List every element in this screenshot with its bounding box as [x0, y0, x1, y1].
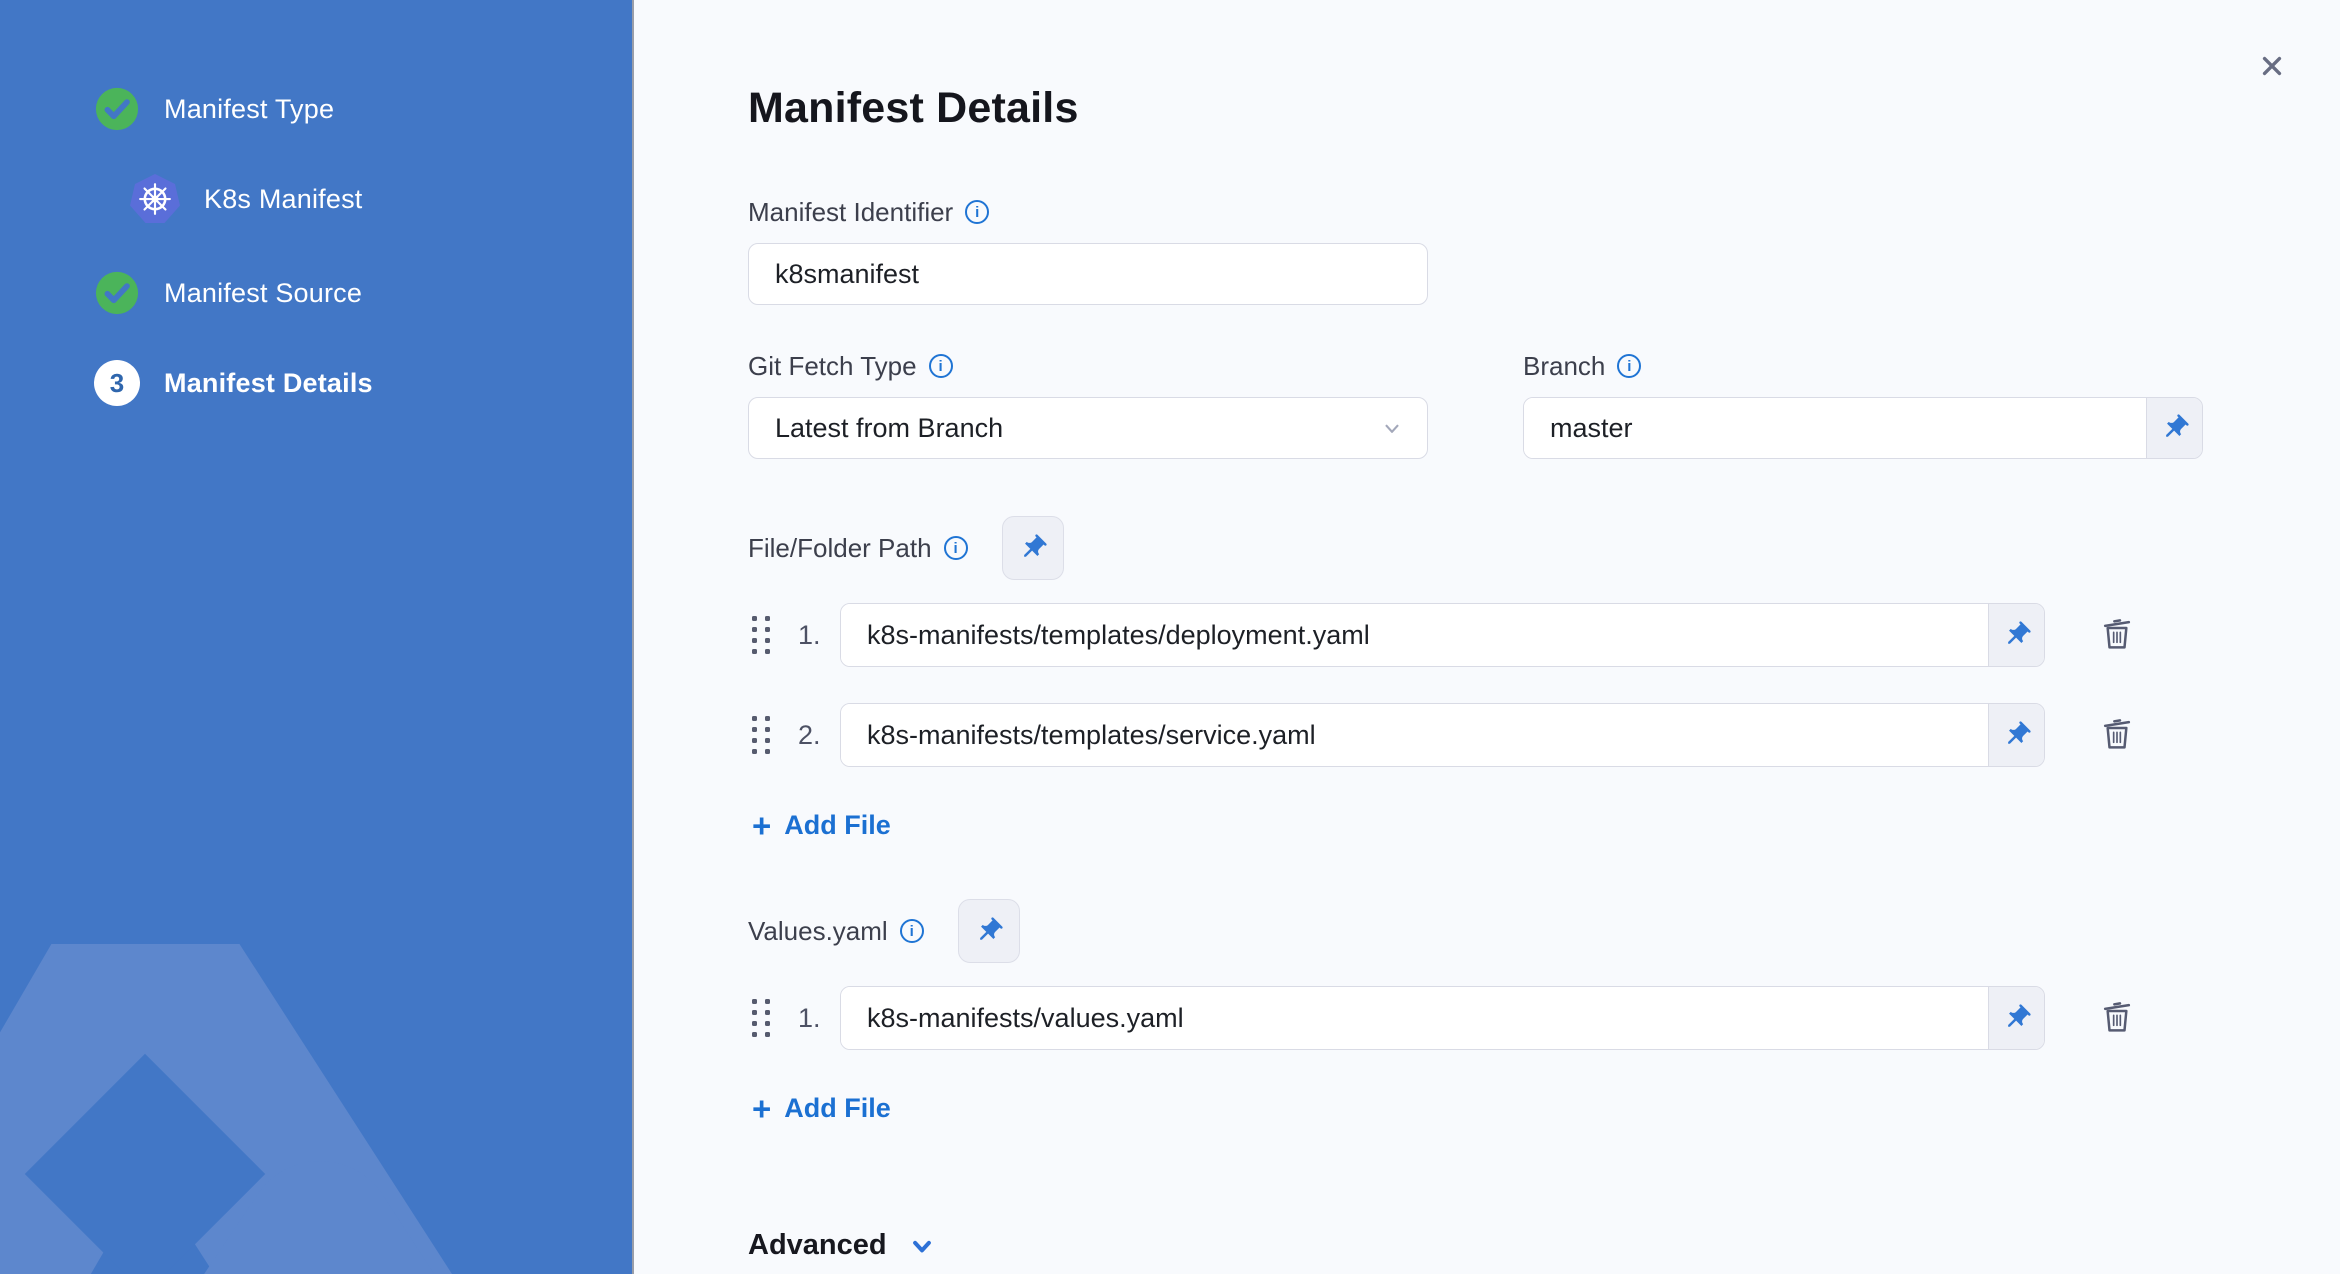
- step-label: Manifest Details: [164, 367, 373, 398]
- advanced-label: Advanced: [748, 1229, 887, 1261]
- git-fetch-type-select[interactable]: Latest from Branch: [748, 397, 1428, 459]
- step-label: Manifest Source: [164, 277, 363, 308]
- delete-row-button[interactable]: [2097, 714, 2137, 757]
- values-yaml-label: Values.yaml: [748, 915, 888, 946]
- file-path-input[interactable]: [841, 704, 1988, 766]
- manifest-identifier-label: Manifest Identifier: [748, 196, 954, 227]
- plus-icon: +: [752, 807, 772, 844]
- pin-input-button[interactable]: [2146, 398, 2202, 458]
- pushpin-icon: [979, 917, 1003, 940]
- delete-row-button[interactable]: [2097, 997, 2137, 1040]
- add-file-label: Add File: [784, 1093, 891, 1123]
- add-file-button[interactable]: + Add File: [752, 809, 891, 842]
- drag-handle-icon[interactable]: [752, 999, 770, 1037]
- file-folder-path-section: File/Folder Path i 1. k8s-manifests/temp…: [748, 515, 2340, 842]
- pushpin-icon: [2007, 1004, 2031, 1027]
- file-path-row: 1.: [748, 603, 2340, 667]
- manifest-identifier-field: Manifest Identifier i: [748, 197, 2340, 305]
- git-fetch-type-label: Git Fetch Type: [748, 350, 917, 381]
- sidebar-step-manifest-type[interactable]: Manifest Type: [94, 84, 632, 134]
- sidebar-step-manifest-details[interactable]: 3 Manifest Details: [94, 358, 632, 408]
- info-icon[interactable]: i: [965, 200, 990, 224]
- pin-toggle-button[interactable]: [1001, 516, 1064, 580]
- pin-input-button[interactable]: [1988, 704, 2044, 766]
- step-complete-icon: [95, 271, 139, 315]
- manifest-details-panel: Manifest Details Manifest Identifier i G…: [634, 0, 2340, 1274]
- step-label: Manifest Type: [164, 93, 335, 124]
- pin-input-button[interactable]: [1988, 987, 2044, 1049]
- harness-logo-watermark: [0, 944, 453, 1274]
- git-fetch-type-field: Git Fetch Type i Latest from Branch: [748, 351, 1428, 459]
- add-file-label: Add File: [784, 810, 891, 840]
- values-path-input[interactable]: [841, 987, 1988, 1049]
- manifest-identifier-input[interactable]: [748, 243, 1428, 305]
- info-icon[interactable]: i: [943, 536, 968, 560]
- pushpin-icon: [2007, 621, 2031, 644]
- step-number-badge: 3: [94, 360, 140, 406]
- git-fetch-type-value: Latest from Branch: [775, 412, 1004, 443]
- pin-toggle-button[interactable]: [957, 899, 1020, 963]
- pushpin-icon: [2165, 414, 2189, 437]
- plus-icon: +: [752, 1090, 772, 1127]
- step-label: K8s Manifest: [204, 183, 363, 214]
- branch-label: Branch: [1523, 350, 1606, 381]
- drag-handle-icon[interactable]: [752, 716, 770, 754]
- trash-icon: [2103, 618, 2131, 649]
- branch-input[interactable]: [1524, 398, 2146, 458]
- add-file-button[interactable]: + Add File: [752, 1092, 891, 1125]
- chevron-down-icon: [1385, 424, 1399, 433]
- kubernetes-icon: [130, 174, 180, 223]
- wizard-sidebar: Manifest Type K8s Manifest Manifest Sour…: [0, 0, 634, 1274]
- advanced-toggle[interactable]: Advanced: [748, 1229, 937, 1262]
- info-icon[interactable]: i: [1617, 354, 1642, 378]
- info-icon[interactable]: i: [928, 354, 953, 378]
- page-title: Manifest Details: [748, 84, 1079, 132]
- trash-icon: [2103, 1001, 2131, 1032]
- close-icon[interactable]: [2250, 44, 2294, 88]
- values-path-row: 1.: [748, 986, 2340, 1050]
- pushpin-icon: [1023, 534, 1047, 557]
- step-complete-icon: [95, 87, 139, 131]
- file-path-input[interactable]: [841, 604, 1988, 666]
- branch-field: Branch i: [1523, 351, 2203, 459]
- row-number: 2.: [798, 719, 821, 750]
- trash-icon: [2103, 718, 2131, 749]
- file-path-row: 2.: [748, 703, 2340, 767]
- pin-input-button[interactable]: [1988, 604, 2044, 666]
- row-number: 1.: [798, 619, 821, 650]
- delete-row-button[interactable]: [2097, 614, 2137, 657]
- sidebar-step-manifest-source[interactable]: Manifest Source: [94, 268, 632, 318]
- drag-handle-icon[interactable]: [752, 616, 770, 654]
- chevron-down-icon: [912, 1240, 931, 1252]
- pushpin-icon: [2007, 721, 2031, 744]
- row-number: 1.: [798, 1002, 821, 1033]
- file-folder-path-label: File/Folder Path: [748, 532, 932, 563]
- sidebar-step-k8s-manifest[interactable]: K8s Manifest: [130, 174, 632, 224]
- info-icon[interactable]: i: [899, 919, 924, 943]
- values-yaml-section: Values.yaml i 1. k8s-manifests/values.ya…: [748, 898, 2340, 1125]
